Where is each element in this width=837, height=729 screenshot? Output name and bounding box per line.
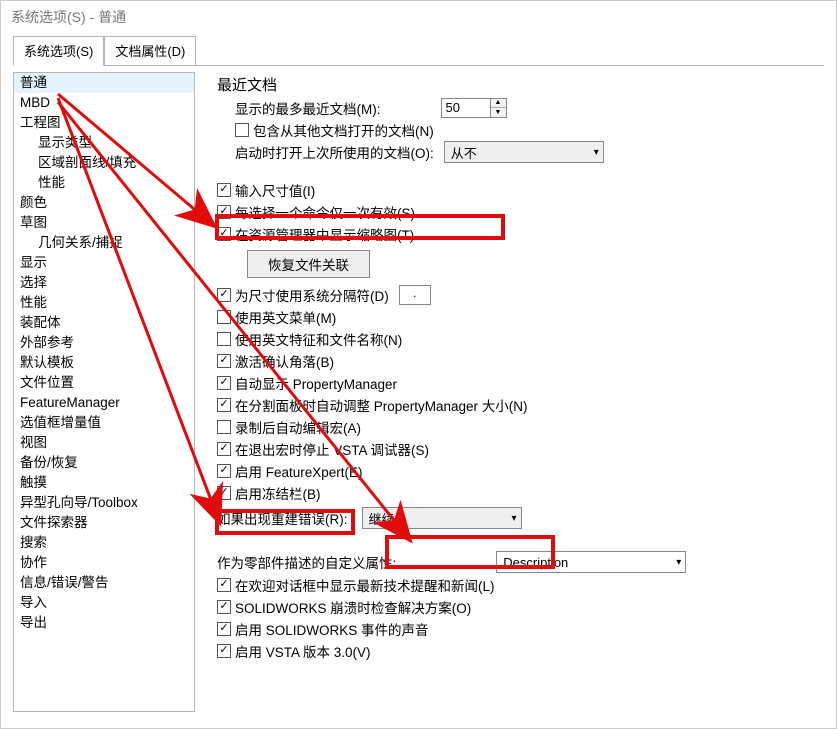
checkbox-c6[interactable] xyxy=(217,332,231,346)
checkbox-c9[interactable] xyxy=(217,398,231,412)
tree-item[interactable]: 性能 xyxy=(14,293,194,313)
tree-item[interactable]: 信息/错误/警告 xyxy=(14,573,194,593)
tab-document-properties[interactable]: 文档属性(D) xyxy=(104,36,196,66)
tabs: 系统选项(S) 文档属性(D) xyxy=(1,33,836,65)
select-open-last-value: 从不 xyxy=(451,143,477,162)
triangle-down-icon[interactable]: ▼ xyxy=(491,108,506,117)
label-include-other-docs: 包含从其他文档打开的文档(N) xyxy=(253,120,434,140)
checkbox-c15[interactable] xyxy=(217,600,231,614)
checkbox-c10[interactable] xyxy=(217,420,231,434)
tree-item[interactable]: 默认模板 xyxy=(14,353,194,373)
label-c3: 在资源管理器中显示缩略图(T) xyxy=(235,224,414,244)
select-custom-property[interactable]: Description ▾ xyxy=(496,551,686,573)
tree-item[interactable]: 几何关系/捕捉 xyxy=(14,233,194,253)
label-open-last: 启动时打开上次所使用的文档(O): xyxy=(235,142,434,162)
tree-item[interactable]: 显示 xyxy=(14,253,194,273)
label-custom-property: 作为零部件描述的自定义属性: xyxy=(217,552,396,572)
label-system-separator: 为尺寸使用系统分隔符(D) xyxy=(235,285,389,305)
label-c10: 录制后自动编辑宏(A) xyxy=(235,417,361,437)
select-open-last[interactable]: 从不 ▾ xyxy=(444,141,604,163)
chevron-down-icon: ▾ xyxy=(676,557,681,568)
label-c16: 启用 SOLIDWORKS 事件的声音 xyxy=(235,619,429,639)
label-c14: 在欢迎对话框中显示最新技术提醒和新闻(L) xyxy=(235,575,495,595)
label-rebuild-error: 如果出现重建错误(R): xyxy=(217,508,348,528)
tree-item[interactable]: 异型孔向导/Toolbox xyxy=(14,493,194,513)
label-c11: 在退出宏时停止 VSTA 调试器(S) xyxy=(235,439,429,459)
tree-item[interactable]: 搜索 xyxy=(14,533,194,553)
checkbox-c11[interactable] xyxy=(217,442,231,456)
category-tree[interactable]: 普通MBD工程图显示类型区域剖面线/填充性能颜色草图几何关系/捕捉显示选择性能装… xyxy=(13,72,195,712)
input-max-recent[interactable]: 50 xyxy=(441,98,491,118)
tree-item[interactable]: 装配体 xyxy=(14,313,194,333)
tree-item[interactable]: 备份/恢复 xyxy=(14,453,194,473)
checkbox-c7[interactable] xyxy=(217,354,231,368)
tree-item[interactable]: 外部参考 xyxy=(14,333,194,353)
label-c17: 启用 VSTA 版本 3.0(V) xyxy=(235,641,371,661)
heading-recent-docs: 最近文档 xyxy=(217,74,824,95)
button-restore-file-assoc[interactable]: 恢复文件关联 xyxy=(247,250,370,278)
tree-item[interactable]: 视图 xyxy=(14,433,194,453)
tree-item[interactable]: 导出 xyxy=(14,613,194,633)
tree-item[interactable]: 颜色 xyxy=(14,193,194,213)
label-c2: 每选择一个命令仅一次有效(S) xyxy=(235,202,415,222)
checkbox-c12[interactable] xyxy=(217,464,231,478)
checkbox-c8[interactable] xyxy=(217,376,231,390)
select-rebuild-error-value: 继续 xyxy=(369,509,395,528)
checkbox-c5[interactable] xyxy=(217,310,231,324)
chevron-down-icon: ▾ xyxy=(594,147,599,158)
checkbox-system-separator[interactable] xyxy=(217,288,231,302)
tree-item[interactable]: 文件位置 xyxy=(14,373,194,393)
label-c15: SOLIDWORKS 崩溃时检查解决方案(O) xyxy=(235,597,471,617)
tree-item[interactable]: 普通 xyxy=(14,73,194,93)
checkbox-c16[interactable] xyxy=(217,622,231,636)
label-c12: 启用 FeatureXpert(E) xyxy=(235,461,363,481)
window-title: 系统选项(S) - 普通 xyxy=(1,1,836,33)
tree-item[interactable]: 显示类型 xyxy=(14,133,194,153)
tree-item[interactable]: 草图 xyxy=(14,213,194,233)
tree-item[interactable]: 选择 xyxy=(14,273,194,293)
chevron-down-icon: ▾ xyxy=(511,513,516,524)
tree-item[interactable]: MBD xyxy=(14,93,194,113)
checkbox-include-other-docs[interactable] xyxy=(235,123,249,137)
triangle-up-icon[interactable]: ▲ xyxy=(491,99,506,109)
checkbox-c13[interactable] xyxy=(217,486,231,500)
checkbox-c2[interactable] xyxy=(217,205,231,219)
tree-item[interactable]: 工程图 xyxy=(14,113,194,133)
select-custom-property-value: Description xyxy=(503,555,568,570)
select-rebuild-error[interactable]: 继续 ▾ xyxy=(362,507,522,529)
checkbox-c14[interactable] xyxy=(217,578,231,592)
label-c9: 在分割面板时自动调整 PropertyManager 大小(N) xyxy=(235,395,528,415)
label-c1: 输入尺寸值(I) xyxy=(235,180,315,200)
input-decimal-separator[interactable]: . xyxy=(399,285,431,305)
label-c7: 激活确认角落(B) xyxy=(235,351,334,371)
tree-item[interactable]: 选值框增量值 xyxy=(14,413,194,433)
label-c8: 自动显示 PropertyManager xyxy=(235,373,397,393)
tree-item[interactable]: 文件探索器 xyxy=(14,513,194,533)
tree-item[interactable]: 触摸 xyxy=(14,473,194,493)
label-c5: 使用英文菜单(M) xyxy=(235,307,336,327)
tree-item[interactable]: 区域剖面线/填充 xyxy=(14,153,194,173)
tree-item[interactable]: FeatureManager xyxy=(14,393,194,413)
label-c6: 使用英文特征和文件名称(N) xyxy=(235,329,402,349)
tab-system-options[interactable]: 系统选项(S) xyxy=(13,36,104,66)
spinner-max-recent[interactable]: ▲ ▼ xyxy=(491,98,507,118)
checkbox-c17[interactable] xyxy=(217,644,231,658)
label-c13: 启用冻结栏(B) xyxy=(235,483,321,503)
tree-item[interactable]: 导入 xyxy=(14,593,194,613)
settings-panel: 最近文档 显示的最多最近文档(M): 50 ▲ ▼ 包含从其他文档打开的文档(N… xyxy=(195,72,824,723)
tree-item[interactable]: 协作 xyxy=(14,553,194,573)
label-max-recent: 显示的最多最近文档(M): xyxy=(235,98,381,118)
tree-item[interactable]: 性能 xyxy=(14,173,194,193)
checkbox-c1[interactable] xyxy=(217,183,231,197)
checkbox-c3[interactable] xyxy=(217,227,231,241)
